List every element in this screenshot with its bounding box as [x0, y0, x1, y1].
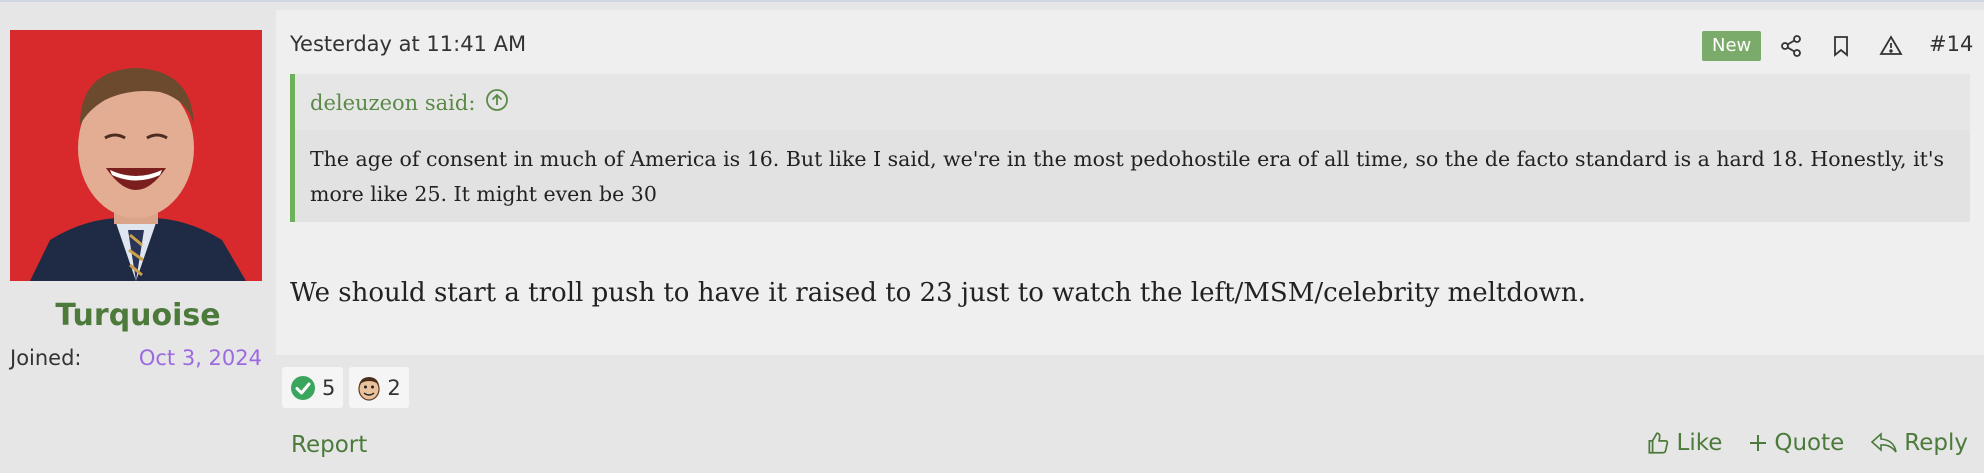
like-button[interactable]: Like — [1645, 430, 1723, 456]
avatar[interactable] — [10, 30, 262, 281]
quote-text: The age of consent in much of America is… — [310, 147, 1945, 206]
post-number[interactable]: #14 — [1929, 32, 1973, 56]
quote-block: deleuzeon said: The age of consent in mu… — [290, 74, 1970, 222]
quote-label: Quote — [1774, 430, 1845, 456]
face-icon — [358, 376, 380, 401]
share-icon[interactable] — [1776, 31, 1806, 61]
new-badge: New — [1702, 31, 1762, 61]
like-label: Like — [1676, 430, 1723, 456]
quote-header[interactable]: deleuzeon said: — [310, 88, 509, 117]
joined-date: Oct 3, 2024 — [138, 346, 262, 370]
bookmark-icon[interactable] — [1826, 31, 1856, 61]
username[interactable]: Turquoise — [0, 298, 276, 333]
reaction-check[interactable]: 5 — [282, 367, 344, 408]
post-message: We should start a troll push to have it … — [290, 278, 1586, 308]
quote-body: The age of consent in much of America is… — [295, 130, 1970, 222]
report-link[interactable]: Report — [291, 432, 367, 458]
forum-post: Turquoise Joined: Oct 3, 2024 Yesterday … — [0, 10, 1984, 473]
reaction-count: 5 — [322, 375, 336, 400]
joined-label: Joined: — [10, 346, 82, 370]
post-timestamp[interactable]: Yesterday at 11:41 AM — [290, 32, 526, 56]
thumbs-up-icon — [1647, 432, 1668, 454]
reaction-face[interactable]: 2 — [349, 367, 409, 408]
reply-button[interactable]: Reply — [1870, 430, 1968, 456]
quote-button[interactable]: Quote — [1748, 430, 1844, 456]
post-content: Yesterday at 11:41 AM New #14 deleuzeon … — [276, 10, 1984, 355]
check-icon — [291, 375, 315, 400]
quote-author[interactable]: deleuzeon said: — [310, 91, 475, 115]
report-warning-icon[interactable] — [1876, 31, 1906, 61]
user-panel: Turquoise Joined: Oct 3, 2024 — [0, 10, 276, 473]
top-border — [0, 0, 1984, 10]
arrow-up-circle-icon[interactable] — [485, 88, 509, 117]
reply-label: Reply — [1904, 430, 1968, 456]
plus-icon — [1750, 435, 1767, 451]
reply-arrow-icon — [1871, 432, 1898, 453]
reaction-count: 2 — [387, 375, 401, 400]
reactions-bar[interactable]: 5 2 — [282, 367, 409, 408]
post-actions: Like Quote Reply — [1645, 430, 1968, 456]
